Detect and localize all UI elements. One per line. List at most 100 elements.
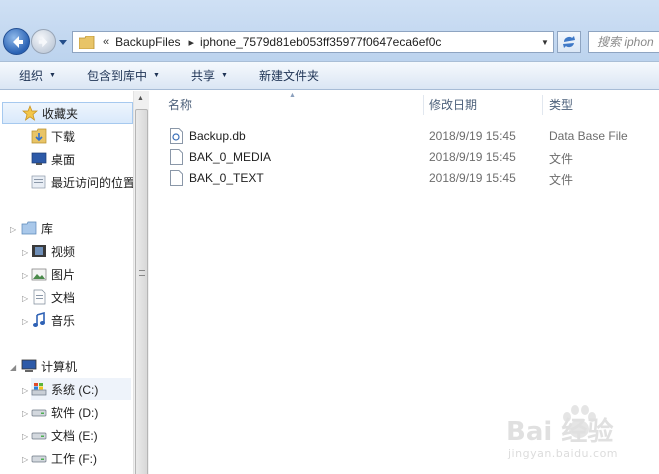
address-history-dropdown[interactable]: ▼ [537,32,553,52]
nav-item-desktop[interactable]: 桌面 [31,148,75,170]
nav-item-drive-e[interactable]: 文档 (E:) [31,424,98,446]
desktop-icon [31,152,47,165]
blank-file-icon [170,170,183,186]
nav-item-drive-d[interactable]: 软件 (D:) [31,401,98,423]
collapse-arrow-icon[interactable]: ◢ [10,363,16,372]
file-type: 文件 [549,152,574,166]
nav-item-recent-places[interactable]: 最近访问的位置 [31,171,133,193]
expand-arrow-icon[interactable]: ▷ [22,386,28,395]
breadcrumb-current-folder[interactable]: iphone_7579d81eb053ff35977f0647eca6ef0c [200,35,441,49]
file-name: Backup.db [189,129,246,143]
music-icon [33,312,45,327]
share-label: 共享 [191,69,216,83]
nav-libraries-label: 库 [41,221,54,236]
expand-arrow-icon[interactable]: ▷ [22,248,28,257]
videos-icon [32,245,46,257]
nav-item-label: 文档 (E:) [51,428,98,443]
arrow-right-icon [38,36,48,48]
nav-item-label: 系统 (C:) [51,382,99,397]
watermark-url: jingyan.baidu.com [508,447,619,460]
nav-item-pictures[interactable]: 图片 [31,263,75,285]
recent-pages-dropdown[interactable] [58,38,68,46]
dropdown-arrow-icon: ▼ [221,72,228,79]
expand-arrow-icon[interactable]: ▷ [22,409,28,418]
expand-arrow-icon[interactable]: ▷ [22,271,28,280]
share-menu[interactable]: 共享 ▼ [191,67,228,84]
system-drive-icon [31,383,47,396]
breadcrumb-backupfiles[interactable]: BackupFiles [115,35,180,49]
nav-item-downloads[interactable]: 下载 [31,125,75,147]
overflow-chevron[interactable]: « [103,36,109,48]
nav-favorites[interactable]: 收藏夹 [2,102,133,124]
nav-item-label: 视频 [51,244,76,259]
refresh-icon [563,36,575,48]
star-icon [22,105,38,121]
file-row[interactable]: Backup.db 2018/9/19 15:45 Data Base File [170,126,659,146]
folder-icon [79,35,95,49]
library-icon [21,221,37,235]
nav-item-label: 工作 (F:) [51,451,97,466]
search-input[interactable]: 搜索 iphon [588,31,659,53]
organize-label: 组织 [19,69,44,83]
downloads-icon [31,128,47,144]
nav-item-label: 下载 [51,129,76,144]
file-type: Data Base File [549,129,628,143]
expand-arrow-icon[interactable]: ▷ [22,317,28,326]
column-header-type[interactable]: 类型 [549,91,657,117]
column-divider[interactable] [423,95,424,115]
file-type: 文件 [549,173,574,187]
command-toolbar: 组织 ▼ 包含到库中 ▼ 共享 ▼ 新建文件夹 [0,62,659,90]
nav-item-label: 最近访问的位置 [51,175,133,190]
nav-computer[interactable]: 计算机 [21,355,77,377]
file-modified: 2018/9/19 15:45 [429,150,516,164]
scroll-up-arrow-icon[interactable]: ▲ [137,95,144,102]
back-button[interactable] [3,28,30,55]
recent-places-icon [31,175,46,189]
address-bar-area: « BackupFiles ▸ iphone_7579d81eb053ff359… [0,0,659,62]
nav-item-label: 文档 [51,290,76,305]
new-folder-label: 新建文件夹 [259,69,320,83]
include-in-library-menu[interactable]: 包含到库中 ▼ [87,67,160,84]
dropdown-arrow-icon: ▼ [153,72,160,79]
pictures-icon [31,268,47,281]
nav-item-label: 图片 [51,267,76,282]
dropdown-arrow-icon: ▼ [49,72,56,79]
column-divider[interactable] [542,95,543,115]
drive-icon [31,455,47,463]
forward-button[interactable] [31,29,56,54]
column-header-modified[interactable]: 修改日期 [429,91,541,117]
nav-item-label: 音乐 [51,313,76,328]
expand-arrow-icon[interactable]: ▷ [10,225,16,234]
include-in-library-label: 包含到库中 [87,69,148,83]
nav-item-music[interactable]: 音乐 [31,309,75,331]
expand-arrow-icon[interactable]: ▷ [22,432,28,441]
new-folder-button[interactable]: 新建文件夹 [259,67,319,84]
file-modified: 2018/9/19 15:45 [429,129,516,143]
navpane-scrollbar[interactable]: ▲ [133,91,149,474]
nav-item-drive-c[interactable]: 系统 (C:) [31,378,131,400]
address-field[interactable]: « BackupFiles ▸ iphone_7579d81eb053ff359… [72,31,554,53]
refresh-button[interactable] [557,31,581,53]
breadcrumb-separator[interactable]: ▸ [189,36,195,49]
drive-icon [31,409,47,417]
baidu-watermark: Bai 经验 jingyan.baidu.com [506,405,656,469]
file-row[interactable]: BAK_0_TEXT 2018/9/19 15:45 文件 [170,168,659,188]
expand-arrow-icon[interactable]: ▷ [22,455,28,464]
nav-item-documents[interactable]: 文档 [31,286,75,308]
file-row[interactable]: BAK_0_MEDIA 2018/9/19 15:45 文件 [170,147,659,167]
column-header-name[interactable]: 名称 [168,91,424,117]
nav-item-videos[interactable]: 视频 [31,240,75,262]
arrow-left-icon [13,36,23,48]
nav-libraries[interactable]: 库 [21,217,53,239]
blank-file-icon [170,149,183,165]
nav-item-label: 桌面 [51,152,76,167]
scrollbar-thumb[interactable] [135,109,148,474]
grip-icon [139,270,145,276]
nav-item-drive-f[interactable]: 工作 (F:) [31,447,97,469]
organize-menu[interactable]: 组织 ▼ [19,67,56,84]
nav-favorites-label: 收藏夹 [42,106,79,121]
navigation-pane: ◢ 收藏夹 下载 桌面 最近访问的位置 ▷ 库 ▷ [0,91,133,474]
expand-arrow-icon[interactable]: ▷ [22,294,28,303]
drive-icon [31,432,47,440]
watermark-brand: Bai 经验 [506,417,614,447]
